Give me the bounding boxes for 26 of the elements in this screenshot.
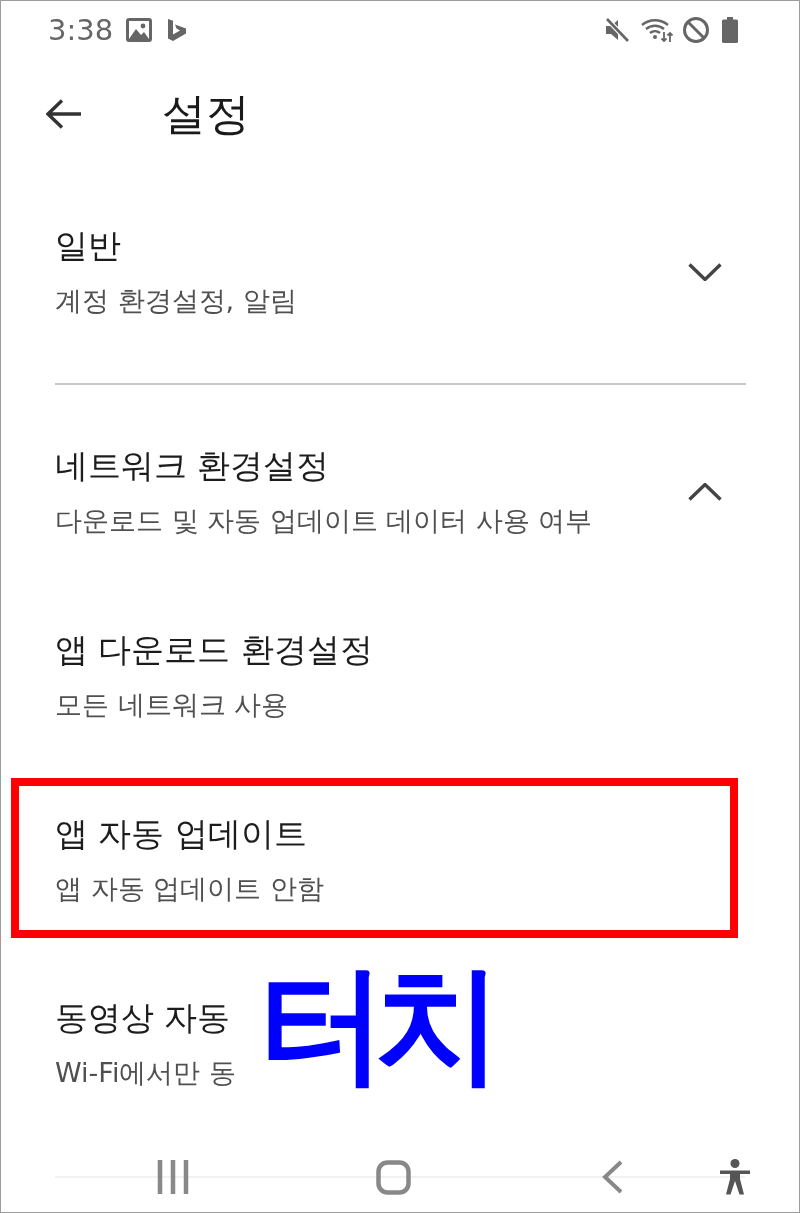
wifi-icon [640, 17, 674, 43]
chevron-up-icon[interactable] [688, 483, 722, 501]
setting-subtitle: 모든 네트워크 사용 [55, 688, 289, 722]
status-time: 3:38 [48, 12, 114, 48]
battery-icon [722, 17, 738, 43]
home-icon[interactable] [376, 1159, 411, 1195]
section-subtitle: 다운로드 및 자동 업데이트 데이터 사용 여부 [55, 504, 593, 538]
setting-title[interactable]: 동영상 자동 [55, 993, 231, 1043]
section-title[interactable]: 일반 [55, 221, 121, 271]
back-arrow-icon[interactable] [46, 99, 82, 129]
gallery-icon [126, 18, 153, 42]
page-title: 설정 [162, 87, 250, 141]
recent-apps-icon[interactable] [157, 1160, 189, 1194]
setting-title[interactable]: 앱 자동 업데이트 [55, 809, 307, 859]
annotation-label: 터치 [259, 949, 491, 1099]
back-icon[interactable] [602, 1160, 623, 1194]
accessibility-icon[interactable] [719, 1159, 751, 1195]
chevron-down-icon[interactable] [688, 263, 722, 281]
app-logo-icon [168, 19, 187, 41]
section-title[interactable]: 네트워크 환경설정 [55, 441, 330, 491]
setting-subtitle: 앱 자동 업데이트 안함 [55, 872, 324, 906]
section-subtitle: 계정 환경설정, 알림 [55, 284, 297, 318]
blocked-circle-icon [682, 16, 710, 44]
setting-title[interactable]: 앱 다운로드 환경설정 [55, 625, 373, 675]
setting-subtitle: Wi-Fi에서만 동 [55, 1056, 236, 1090]
muted-speaker-icon [604, 17, 630, 43]
